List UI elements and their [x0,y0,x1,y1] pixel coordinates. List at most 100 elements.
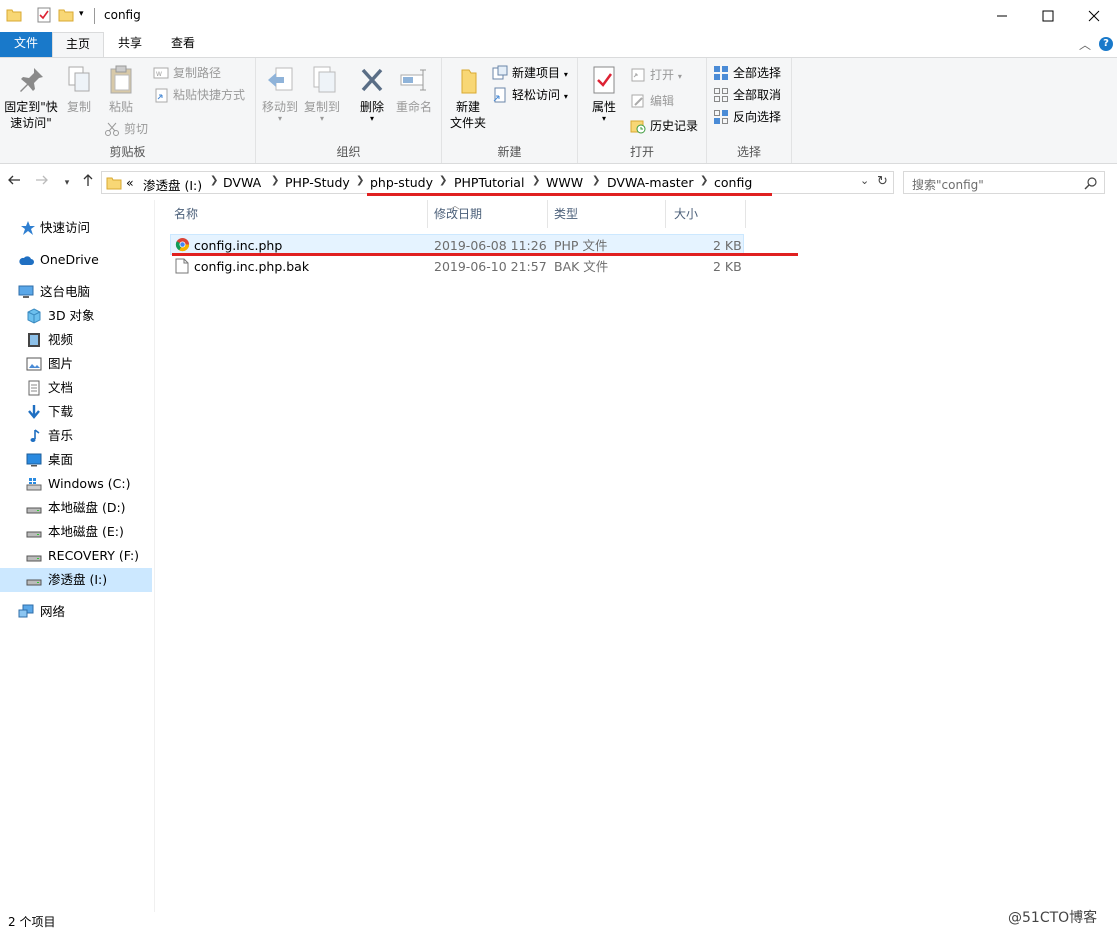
nav-drive-c[interactable]: Windows (C:) [0,472,152,496]
select-none-button[interactable]: 全部取消 [713,85,781,105]
nav-drive-i-label: 渗透盘 (I:) [48,572,108,587]
breadcrumb-separator[interactable]: ❯ [439,175,447,186]
nav-drive-f[interactable]: RECOVERY (F:) [0,544,152,568]
breadcrumb-separator[interactable]: ❯ [356,175,364,186]
breadcrumb-separator[interactable]: ❯ [210,175,218,186]
tab-home[interactable]: 主页 [52,32,104,58]
expand-ribbon-icon[interactable]: ︿ [1079,36,1091,53]
nav-downloads[interactable]: 下载 [0,400,152,424]
breadcrumb-separator[interactable]: ❯ [700,175,708,186]
up-arrow-icon [83,174,93,186]
address-dropdown-icon[interactable]: ⌄ [860,174,869,187]
tab-view[interactable]: 查看 [156,32,210,57]
maximize-button[interactable] [1025,0,1071,32]
breadcrumb-php-study[interactable]: php-study [370,175,433,190]
new-folder-quick-icon[interactable] [58,7,74,23]
back-button[interactable] [4,172,24,194]
breadcrumb-config[interactable]: config [714,175,752,190]
move-to-icon [268,67,293,91]
new-item-button[interactable]: 新建项目 ▾ [492,63,568,83]
nav-network[interactable]: 网络 [0,600,152,624]
search-box[interactable]: 搜索"config" [903,171,1105,194]
new-folder-label-line1: 新建 [455,100,480,114]
watermark: @51CTO博客 [1008,910,1098,926]
title-bar: ▾ config [0,0,1117,32]
select-all-button[interactable]: 全部选择 [713,63,781,83]
copy-to-button[interactable]: 复制到 ▾ [302,64,342,123]
cut-button[interactable]: 剪切 [104,119,148,139]
easy-access-button[interactable]: 轻松访问 ▾ [492,85,568,105]
breadcrumb-separator[interactable]: ❯ [271,175,279,186]
breadcrumb-dvwa-master[interactable]: DVWA-master [607,175,694,190]
paste-icon [110,65,132,94]
folder-icon [106,177,122,190]
recent-locations-button[interactable]: ▾ [57,172,77,194]
breadcrumb-separator[interactable]: ❯ [592,175,600,186]
table-row[interactable]: config.inc.php 2019-06-08 11:26 PHP 文件 2… [170,234,744,255]
breadcrumb-phptutorial[interactable]: PHPTutorial [454,175,524,190]
nav-quick-access[interactable]: 快速访问 [0,216,152,240]
nav-downloads-label: 下载 [48,404,74,419]
edit-button[interactable]: 编辑 [630,91,674,111]
column-header-type[interactable]: 类型 [546,200,666,228]
close-button[interactable] [1071,0,1117,32]
up-button[interactable] [78,172,98,194]
paste-button[interactable]: 粘贴 [104,64,138,115]
breadcrumb-overflow[interactable]: « [126,175,134,190]
breadcrumb-separator[interactable]: ❯ [532,175,540,186]
pin-quick-access-button[interactable]: 固定到"快 速访问" [2,64,60,131]
copy-path-button[interactable]: W 复制路径 [153,63,221,83]
search-icon[interactable] [1084,176,1098,190]
select-all-icon [714,66,728,80]
easy-access-icon [493,87,506,103]
new-folder-button[interactable]: 新建 文件夹 [446,64,490,131]
forward-button[interactable] [32,172,52,194]
delete-button[interactable]: 删除 ▾ [352,64,392,123]
refresh-icon[interactable]: ↻ [877,174,888,189]
tab-share[interactable]: 共享 [104,32,156,57]
column-header-size[interactable]: 大小 [666,200,746,228]
star-icon [21,221,35,235]
column-header-modified[interactable]: 修改日期 [426,200,548,228]
table-row[interactable]: config.inc.php.bak 2019-06-10 21:57 BAK … [170,256,744,277]
column-header-name[interactable]: 名称 [166,200,428,228]
copy-button[interactable]: 复制 [62,64,96,115]
nav-drive-e[interactable]: 本地磁盘 (E:) [0,520,152,544]
nav-desktop[interactable]: 桌面 [0,448,152,472]
open-group: 属性 ▾ 打开 ▾ 编辑 历史记录 打开 [578,58,707,163]
invert-selection-button[interactable]: 反向选择 [713,107,781,127]
copy-to-dropdown-icon: ▾ [319,114,324,123]
nav-music[interactable]: 音乐 [0,424,152,448]
move-to-button[interactable]: 移动到 ▾ [260,64,300,123]
breadcrumb-drive[interactable]: 渗透盘 (I:) [143,175,202,194]
nav-onedrive[interactable]: OneDrive [0,248,152,272]
window-title: config [104,8,141,22]
address-bar[interactable]: « 渗透盘 (I:) ❯ DVWA ❯ PHP-Study ❯ php-stud… [101,171,894,194]
move-to-label: 移动到 [261,100,298,114]
nav-drive-d[interactable]: 本地磁盘 (D:) [0,496,152,520]
breadcrumb-php-study-upper[interactable]: PHP-Study [285,175,350,190]
nav-videos[interactable]: 视频 [0,328,152,352]
paste-shortcut-button[interactable]: 粘贴快捷方式 [153,85,245,105]
help-icon[interactable]: ? [1099,37,1113,51]
new-item-label: 新建项目 [512,66,561,80]
nav-3d-objects[interactable]: 3D 对象 [0,304,152,328]
nav-this-pc[interactable]: 这台电脑 [0,280,152,304]
history-button[interactable]: 历史记录 [630,116,698,136]
minimize-button[interactable] [979,0,1025,32]
document-icon [28,380,40,396]
properties-button[interactable]: 属性 ▾ [586,64,622,123]
nav-pictures[interactable]: 图片 [0,352,152,376]
download-arrow-icon [28,405,40,419]
breadcrumb-www[interactable]: WWW [546,175,583,190]
customize-quick-access-icon[interactable]: ▾ [79,9,84,19]
breadcrumb-dvwa[interactable]: DVWA [223,175,261,190]
tab-file[interactable]: 文件 [0,32,52,57]
nav-drive-i[interactable]: 渗透盘 (I:) [0,568,152,592]
rename-button[interactable]: 重命名 [394,64,434,115]
title-separator [94,8,95,24]
nav-documents[interactable]: 文档 [0,376,152,400]
properties-quick-icon[interactable] [36,7,52,23]
open-button[interactable]: 打开 ▾ [630,65,682,85]
pin-icon [20,68,43,92]
